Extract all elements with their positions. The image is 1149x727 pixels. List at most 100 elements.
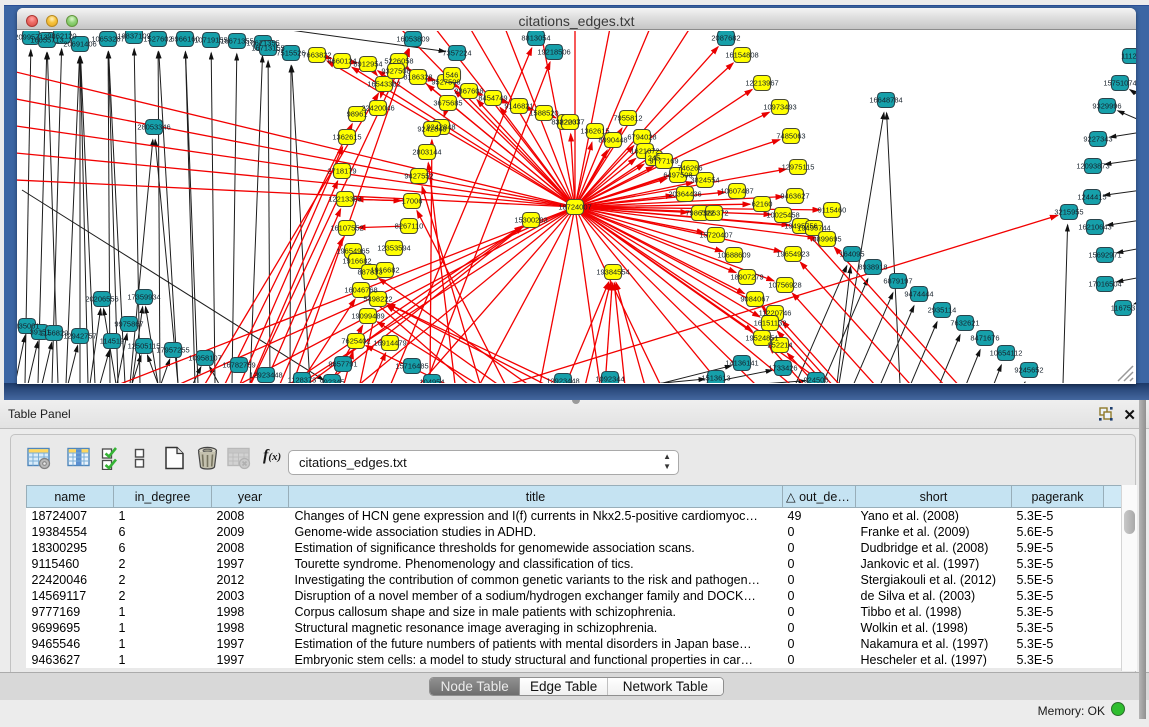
svg-text:16107552: 16107552 (330, 224, 363, 233)
svg-text:3675685: 3675685 (433, 99, 462, 108)
svg-text:7986372: 7986372 (699, 209, 728, 218)
svg-text:10688609: 10688609 (717, 251, 750, 260)
svg-text:15751074: 15751074 (1103, 79, 1136, 88)
svg-text:12975115: 12975115 (782, 163, 815, 172)
svg-text:15300293: 15300293 (514, 216, 547, 225)
svg-text:7357224: 7357224 (442, 49, 471, 58)
svg-text:17957255: 17957255 (156, 346, 189, 355)
svg-text:9463627: 9463627 (780, 192, 809, 201)
svg-text:16151132: 16151132 (754, 319, 787, 328)
svg-text:9777169: 9777169 (649, 157, 678, 166)
svg-text:15716485: 15716485 (395, 362, 428, 371)
svg-text:6794028: 6794028 (627, 133, 656, 142)
svg-text:18907279: 18907279 (730, 273, 763, 282)
svg-text:252214: 252214 (767, 341, 792, 350)
svg-text:5498222: 5498222 (363, 295, 392, 304)
svg-text:16782759: 16782759 (222, 361, 255, 370)
svg-text:8660124: 8660124 (327, 57, 356, 66)
svg-text:1588520: 1588520 (529, 109, 558, 118)
svg-text:10756928: 10756928 (768, 281, 801, 290)
svg-text:104954: 104954 (419, 378, 444, 383)
svg-text:1916682: 1916682 (342, 257, 371, 266)
svg-text:8912954: 8912954 (353, 60, 382, 69)
svg-text:746266: 746266 (677, 164, 702, 173)
svg-text:62160: 62160 (752, 200, 773, 209)
svg-text:12213383: 12213383 (328, 195, 361, 204)
svg-text:16053809: 16053809 (396, 35, 429, 44)
svg-text:8813054: 8813054 (521, 34, 550, 43)
svg-text:9245652: 9245652 (1014, 366, 1043, 375)
svg-text:8938918: 8938918 (858, 263, 887, 272)
svg-text:14136141: 14136141 (725, 359, 758, 368)
svg-text:1733426: 1733426 (768, 364, 797, 373)
svg-text:20206556: 20206556 (85, 295, 118, 304)
svg-text:114519: 114519 (100, 337, 124, 346)
svg-text:16046768: 16046768 (344, 286, 377, 295)
svg-text:9657791: 9657791 (328, 360, 357, 369)
svg-text:19099489: 19099489 (351, 312, 384, 321)
svg-text:16914479: 16914479 (373, 339, 406, 348)
svg-text:8267110: 8267110 (395, 222, 424, 231)
svg-text:1092344: 1092344 (595, 375, 624, 383)
svg-text:8990448: 8990448 (598, 136, 627, 145)
svg-text:7955812: 7955812 (613, 114, 642, 123)
svg-text:7632621: 7632621 (950, 319, 979, 328)
svg-text:1128373: 1128373 (288, 376, 317, 383)
svg-text:12923448: 12923448 (546, 377, 579, 383)
svg-text:2935114: 2935114 (928, 306, 957, 315)
svg-text:7625402: 7625402 (341, 337, 370, 346)
svg-text:10025458: 10025458 (766, 211, 799, 220)
svg-text:7485063: 7485063 (776, 132, 805, 141)
svg-text:12093873: 12093873 (1076, 162, 1109, 171)
svg-text:9115460: 9115460 (818, 206, 847, 215)
svg-text:17016504: 17016504 (1088, 280, 1121, 289)
svg-text:164095: 164095 (839, 250, 864, 259)
svg-text:116753: 116753 (1111, 304, 1135, 313)
svg-text:3824554: 3824554 (690, 176, 719, 185)
svg-text:10973493: 10973493 (763, 103, 796, 112)
svg-text:9084067: 9084067 (740, 295, 769, 304)
svg-text:10607487: 10607487 (720, 187, 753, 196)
svg-text:12213967: 12213967 (745, 79, 778, 88)
svg-text:1362615: 1362615 (580, 127, 609, 136)
svg-text:17006: 17006 (402, 197, 423, 206)
svg-text:16154808: 16154808 (725, 51, 758, 60)
svg-text:11220746: 11220746 (759, 309, 792, 318)
svg-text:9242848: 9242848 (417, 125, 446, 134)
svg-text:1244415: 1244415 (1077, 193, 1106, 202)
svg-text:16543382: 16543382 (367, 80, 400, 89)
svg-text:8186328: 8186328 (403, 73, 432, 82)
svg-text:12942757: 12942757 (63, 332, 96, 341)
svg-text:7515526: 7515526 (276, 49, 305, 58)
svg-text:9427552: 9427552 (404, 172, 433, 181)
svg-text:9474444: 9474444 (904, 290, 933, 299)
svg-text:2718179: 2718179 (327, 167, 356, 176)
svg-text:28053346: 28053346 (137, 123, 170, 132)
svg-text:19495744: 19495744 (797, 224, 830, 233)
svg-text:19654923: 19654923 (776, 250, 809, 259)
svg-text:15692971: 15692971 (1088, 251, 1121, 260)
svg-text:1916682: 1916682 (370, 266, 399, 275)
svg-text:16648784: 16648784 (869, 96, 902, 105)
svg-text:22420046: 22420046 (361, 104, 394, 113)
svg-text:9227343: 9227343 (1083, 135, 1112, 144)
svg-text:18724007: 18724007 (558, 203, 591, 212)
svg-text:19384554: 19384554 (596, 268, 629, 277)
svg-text:10654112: 10654112 (990, 349, 1023, 358)
svg-text:1527602: 1527602 (143, 35, 172, 44)
svg-text:3215955: 3215955 (1054, 208, 1083, 217)
svg-text:546: 546 (446, 71, 459, 80)
svg-text:924506: 924506 (803, 376, 828, 383)
svg-text:8471676: 8471676 (970, 334, 999, 343)
svg-text:6879197: 6879197 (883, 277, 912, 286)
svg-text:12923448: 12923448 (249, 371, 282, 380)
svg-text:8454749: 8454749 (478, 94, 507, 103)
svg-text:11123: 11123 (1121, 52, 1136, 61)
svg-text:12353594: 12353594 (377, 244, 410, 253)
svg-text:2087682: 2087682 (711, 34, 740, 43)
svg-text:20364436: 20364436 (668, 190, 701, 199)
svg-text:5226058: 5226058 (384, 57, 413, 66)
svg-text:1513613: 1513613 (701, 374, 730, 383)
svg-text:2803144: 2803144 (412, 148, 441, 157)
svg-text:9329996: 9329996 (1092, 102, 1121, 111)
